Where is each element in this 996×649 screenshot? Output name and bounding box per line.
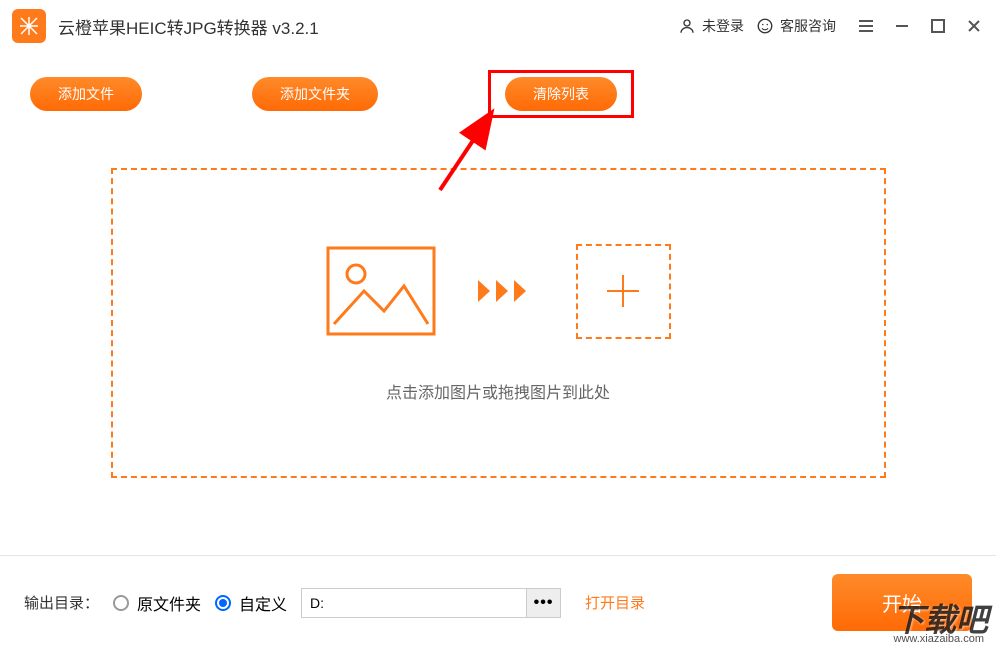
- image-placeholder-icon: [326, 246, 436, 336]
- login-status-label: 未登录: [702, 16, 744, 36]
- login-status[interactable]: 未登录: [678, 16, 744, 36]
- radio-icon-checked: [215, 595, 231, 611]
- add-box[interactable]: [576, 244, 671, 339]
- toolbar: 添加文件 添加文件夹 清除列表: [0, 52, 996, 128]
- output-label: 输出目录：: [24, 592, 99, 613]
- dropzone-hint: 点击添加图片或拖拽图片到此处: [386, 379, 610, 403]
- plus-icon: [601, 269, 645, 313]
- chevrons-right-icon: [476, 276, 536, 306]
- titlebar-right: 未登录 客服咨询: [678, 16, 984, 36]
- minimize-icon: [894, 18, 910, 34]
- window-controls: [856, 16, 984, 36]
- app-title: 云橙苹果HEIC转JPG转换器 v3.2.1: [58, 14, 319, 39]
- bottom-bar: 输出目录： 原文件夹 自定义 ••• 打开目录 开始: [0, 555, 996, 649]
- minimize-button[interactable]: [892, 16, 912, 36]
- add-folder-button[interactable]: 添加文件夹: [252, 77, 378, 111]
- smile-icon: [756, 17, 774, 35]
- user-icon: [678, 17, 696, 35]
- radio-original-folder[interactable]: 原文件夹: [113, 591, 201, 615]
- support-label: 客服咨询: [780, 16, 836, 36]
- open-directory-link[interactable]: 打开目录: [585, 592, 645, 613]
- radio-custom-folder[interactable]: 自定义: [215, 591, 287, 615]
- output-path-input[interactable]: [302, 589, 526, 617]
- dropzone[interactable]: 点击添加图片或拖拽图片到此处: [111, 168, 886, 478]
- dropzone-wrapper: 点击添加图片或拖拽图片到此处: [0, 128, 996, 498]
- customer-support[interactable]: 客服咨询: [756, 16, 836, 36]
- maximize-icon: [930, 18, 946, 34]
- app-logo: [12, 9, 46, 43]
- output-path-field: •••: [301, 588, 561, 618]
- hamburger-icon: [857, 17, 875, 35]
- start-button[interactable]: 开始: [832, 574, 972, 631]
- dropzone-icons: [326, 244, 671, 339]
- logo-icon: [18, 15, 40, 37]
- close-icon: [966, 18, 982, 34]
- menu-button[interactable]: [856, 16, 876, 36]
- titlebar: 云橙苹果HEIC转JPG转换器 v3.2.1 未登录 客服咨询: [0, 0, 996, 52]
- clear-list-button[interactable]: 清除列表: [505, 77, 617, 111]
- maximize-button[interactable]: [928, 16, 948, 36]
- add-file-button[interactable]: 添加文件: [30, 77, 142, 111]
- annotation-highlight: 清除列表: [488, 70, 634, 118]
- radio-custom-label: 自定义: [239, 591, 287, 615]
- browse-button[interactable]: •••: [526, 589, 560, 617]
- radio-icon: [113, 595, 129, 611]
- close-button[interactable]: [964, 16, 984, 36]
- radio-original-label: 原文件夹: [137, 591, 201, 615]
